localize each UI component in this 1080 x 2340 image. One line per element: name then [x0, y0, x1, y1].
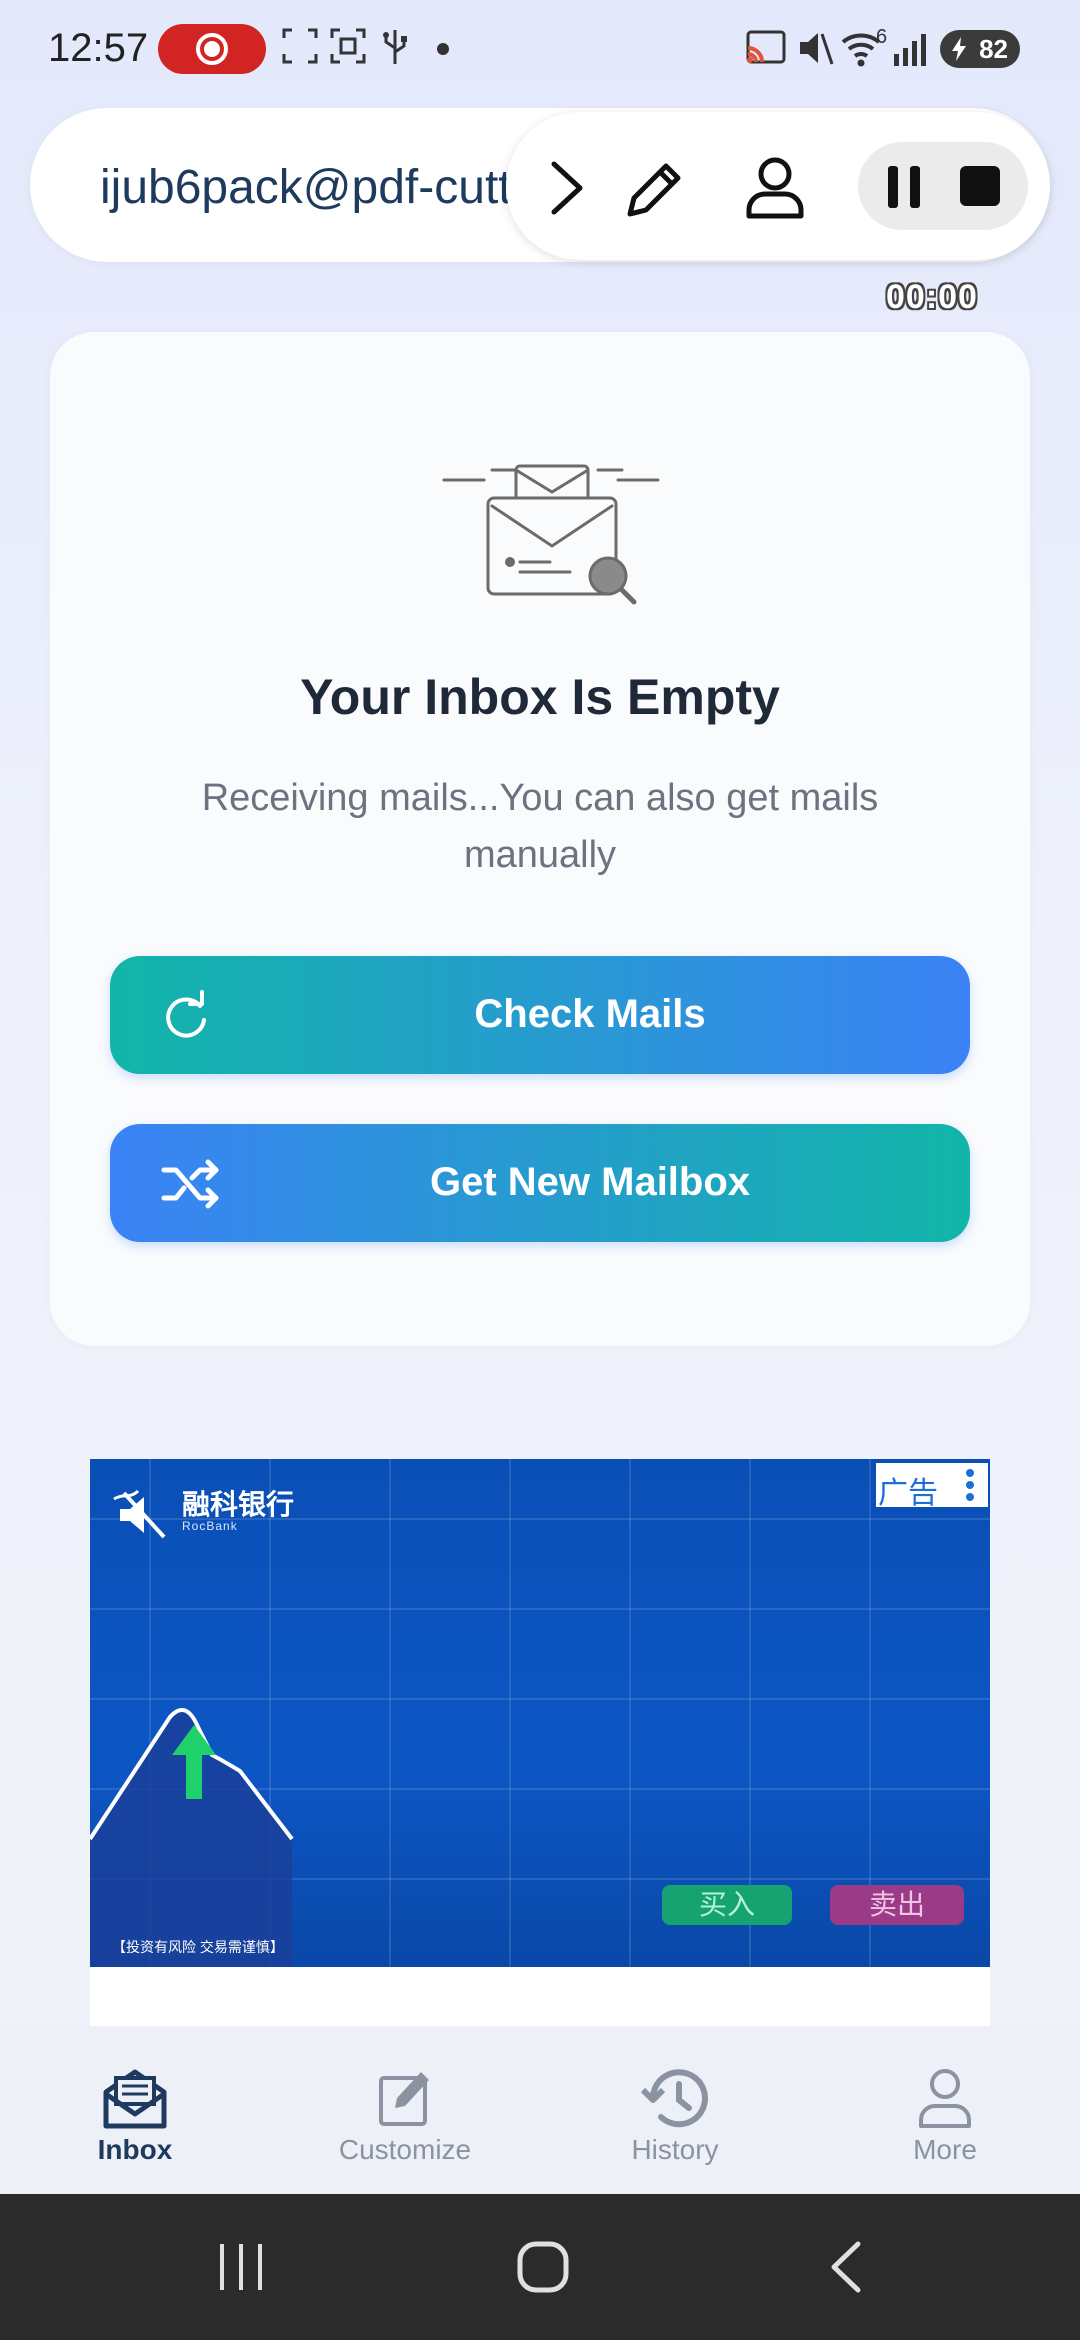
get-new-mailbox-label: Get New Mailbox [429, 1160, 751, 1204]
inbox-icon [103, 2069, 167, 2129]
signal-icon [894, 34, 926, 66]
pause-icon[interactable] [886, 164, 922, 210]
nav-item-history[interactable]: History [575, 2066, 775, 2166]
ad-label: 广告 [878, 1477, 938, 1510]
get-new-mailbox-button[interactable]: Get New Mailbox [110, 1124, 970, 1242]
nav-item-customize[interactable]: Customize [305, 2066, 505, 2166]
dot-icon [437, 43, 449, 55]
ad-brand-name: 融科银行 [182, 1489, 295, 1520]
nav-label-customize: Customize [338, 2134, 472, 2165]
system-navigation-bar [0, 2194, 1080, 2340]
nav-label-more: More [913, 2134, 977, 2165]
ad-buy-button[interactable]: 买入 [662, 1885, 792, 1925]
ad-label-badge[interactable]: 广告 [876, 1463, 988, 1510]
pencil-icon[interactable] [622, 156, 688, 222]
nav-item-more[interactable]: More [845, 2066, 1045, 2166]
empty-inbox-illustration [442, 464, 660, 605]
empty-state-subtitle: Receiving mails...You can also get mails… [201, 777, 879, 876]
screenshot-crop-icon [282, 28, 318, 64]
recording-toolbar [506, 112, 1050, 260]
cast-icon [746, 30, 786, 64]
check-mails-label: Check Mails [474, 992, 706, 1036]
usb-icon [383, 30, 407, 64]
pause-stop-group [858, 142, 1028, 230]
empty-state-title: Your Inbox Is Empty [300, 669, 780, 725]
bottom-navigation: Inbox Customize History More [0, 2026, 1080, 2194]
nav-label-inbox: Inbox [97, 2134, 173, 2165]
battery-icon: 82 [940, 30, 1020, 68]
ad-brand-english: RocBank [182, 1519, 238, 1533]
email-address[interactable]: ijub6pack@pdf-cutt [100, 160, 512, 215]
mute-icon [800, 33, 834, 65]
advertisement-banner[interactable]: 融科银行 RocBank 广告 买入 卖出 【投资有风险 交易需谨慎】 [90, 1459, 990, 1967]
check-mails-button[interactable]: Check Mails [110, 956, 970, 1074]
nav-label-history: History [631, 2134, 719, 2165]
ad-footer [90, 1967, 990, 2027]
battery-level: 82 [979, 34, 1008, 64]
history-icon [641, 2069, 708, 2128]
status-time: 12:57 [48, 26, 149, 70]
person-icon[interactable] [744, 154, 806, 220]
status-bar: 12:57 6 82 [0, 0, 1080, 100]
recording-timer: 00:00 [886, 278, 978, 316]
stop-icon[interactable] [958, 164, 1002, 208]
back-icon[interactable] [826, 2240, 866, 2294]
edit-icon [379, 2072, 429, 2126]
network-badge: 6 [876, 26, 888, 48]
chevron-right-icon[interactable] [548, 160, 586, 216]
more-options-icon[interactable] [966, 1469, 974, 1505]
person-icon [919, 2069, 971, 2128]
mute-icon[interactable] [110, 1483, 178, 1543]
nav-item-inbox[interactable]: Inbox [35, 2066, 235, 2166]
bolt-icon [952, 37, 966, 61]
scan-icon [330, 28, 366, 64]
ad-disclaimer: 【投资有风险 交易需谨慎】 [112, 1939, 284, 1955]
screen-record-icon[interactable] [158, 24, 266, 74]
empty-inbox-card: Your Inbox Is Empty Receiving mails...Yo… [50, 332, 1030, 1346]
ad-sell-button[interactable]: 卖出 [830, 1885, 964, 1925]
recents-icon[interactable] [216, 2240, 266, 2294]
home-icon[interactable] [516, 2240, 570, 2294]
